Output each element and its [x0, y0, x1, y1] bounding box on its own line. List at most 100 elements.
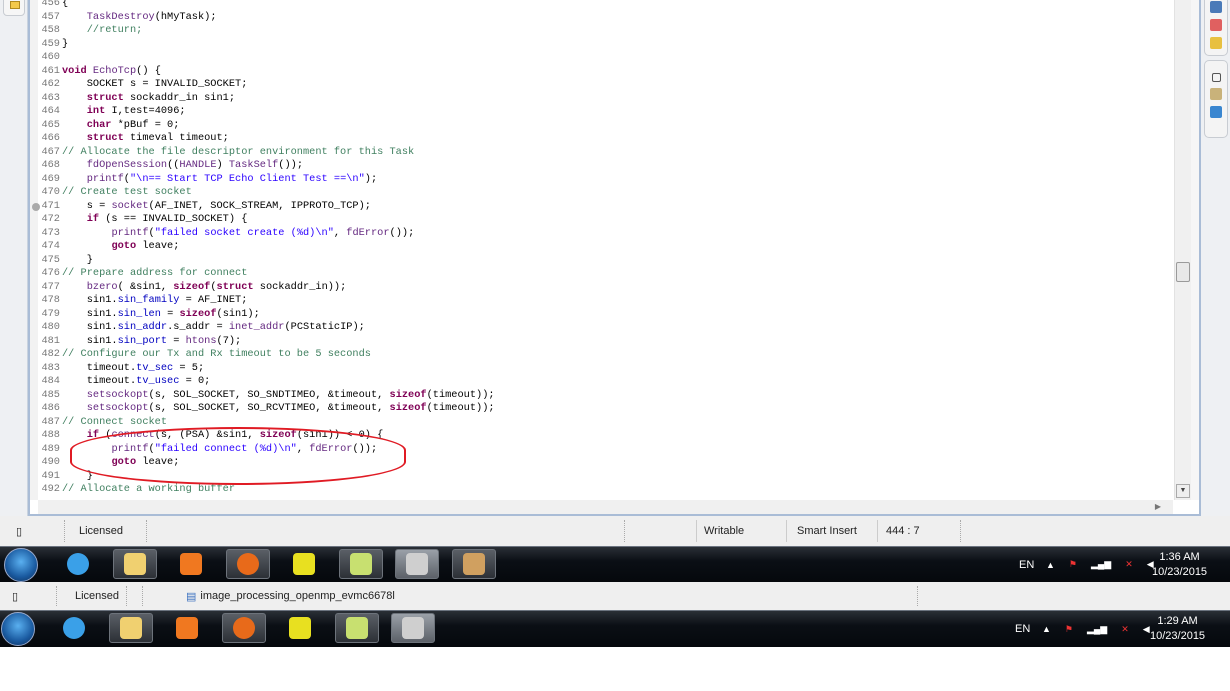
line-number[interactable]: 491 — [38, 470, 62, 484]
debug-icon[interactable] — [1210, 19, 1222, 31]
line-number[interactable]: 492 — [38, 483, 62, 497]
taskbar-internet-explorer-button[interactable] — [52, 613, 96, 643]
code-line[interactable]: 475 } — [38, 254, 1173, 268]
taskbar-firefox-button[interactable] — [225, 549, 270, 579]
line-number[interactable]: 471 — [38, 200, 62, 214]
volume-icon[interactable]: ◀ — [1143, 624, 1150, 635]
vertical-scrollbar[interactable]: ▼ — [1174, 0, 1191, 500]
scroll-down-button[interactable]: ▼ — [1176, 484, 1190, 498]
taskbar-paint-button[interactable] — [451, 549, 496, 579]
code-line[interactable]: 468 fdOpenSession((HANDLE) TaskSelf()); — [38, 159, 1173, 173]
line-number[interactable]: 483 — [38, 362, 62, 376]
outline-icon[interactable] — [1210, 106, 1222, 118]
code-line[interactable]: 483 timeout.tv_sec = 5; — [38, 362, 1173, 376]
code-line[interactable]: 470// Create test socket — [38, 186, 1173, 200]
code-line[interactable]: 482// Configure our Tx and Rx timeout to… — [38, 348, 1173, 362]
line-number[interactable]: 461 — [38, 65, 62, 79]
line-number[interactable]: 475 — [38, 254, 62, 268]
line-number[interactable]: 462 — [38, 78, 62, 92]
code-line[interactable]: 478 sin1.sin_family = AF_INET; — [38, 294, 1173, 308]
show-hidden-icons-icon[interactable]: ▲ — [1042, 624, 1051, 634]
line-number[interactable]: 460 — [38, 51, 62, 65]
line-number[interactable]: 467 — [38, 146, 62, 160]
code-line[interactable]: 484 timeout.tv_usec = 0; — [38, 375, 1173, 389]
clock[interactable]: 1:29 AM 10/23/2015 — [1150, 614, 1205, 644]
signal-icon[interactable]: ▂▄▆ — [1091, 559, 1111, 570]
code-line[interactable]: 485 setsockopt(s, SOL_SOCKET, SO_SNDTIME… — [38, 389, 1173, 403]
code-line[interactable]: 486 setsockopt(s, SOL_SOCKET, SO_RCVTIME… — [38, 402, 1173, 416]
taskbar-media-player-button[interactable] — [165, 613, 209, 643]
signal-icon[interactable]: ▂▄▆ — [1087, 624, 1107, 635]
line-number[interactable]: 482 — [38, 348, 62, 362]
restore-view-button[interactable] — [3, 0, 25, 16]
code-line[interactable]: 456{ — [38, 0, 1173, 11]
code-line[interactable]: 479 sin1.sin_len = sizeof(sin1); — [38, 308, 1173, 322]
line-number[interactable]: 476 — [38, 267, 62, 281]
code-line[interactable]: 462 SOCKET s = INVALID_SOCKET; — [38, 78, 1173, 92]
taskbar-file-explorer-button[interactable] — [108, 613, 153, 643]
line-number[interactable]: 468 — [38, 159, 62, 173]
line-number[interactable]: 479 — [38, 308, 62, 322]
line-number[interactable]: 464 — [38, 105, 62, 119]
line-number[interactable]: 474 — [38, 240, 62, 254]
action-center-flag-icon[interactable]: ⚑ — [1069, 559, 1077, 570]
overview-ruler[interactable] — [1191, 0, 1199, 500]
show-hidden-icons-icon[interactable]: ▲ — [1046, 560, 1055, 570]
language-indicator[interactable]: EN — [1019, 547, 1034, 582]
line-number[interactable]: 481 — [38, 335, 62, 349]
clock[interactable]: 1:36 AM 10/23/2015 — [1152, 550, 1207, 580]
power-icon[interactable]: ✕ — [1121, 624, 1129, 635]
code-line[interactable]: 473 printf("failed socket create (%d)\n"… — [38, 227, 1173, 241]
code-line[interactable]: 458 //return; — [38, 24, 1173, 38]
project-status[interactable]: ▤ image_processing_openmp_evmc6678l — [180, 582, 395, 610]
taskbar-media-player-button[interactable] — [169, 549, 213, 579]
taskbar-cube-app-button[interactable] — [395, 549, 439, 579]
line-number[interactable]: 490 — [38, 456, 62, 470]
code-line[interactable]: 457 TaskDestroy(hMyTask); — [38, 11, 1173, 25]
code-line[interactable]: 466 struct timeval timeout; — [38, 132, 1173, 146]
start-button[interactable] — [1, 612, 35, 646]
code-line[interactable]: 460 — [38, 51, 1173, 65]
open-folder-icon[interactable] — [1210, 37, 1222, 49]
code-line[interactable]: 476// Prepare address for connect — [38, 267, 1173, 281]
line-number[interactable]: 465 — [38, 119, 62, 133]
scroll-right-icon[interactable]: ▶ — [1155, 502, 1161, 511]
restore-icon[interactable] — [1211, 73, 1221, 82]
line-number[interactable]: 487 — [38, 416, 62, 430]
code-line[interactable]: 464 int I,test=4096; — [38, 105, 1173, 119]
help-icon[interactable] — [1210, 88, 1222, 100]
line-number[interactable]: 484 — [38, 375, 62, 389]
start-button[interactable] — [4, 548, 38, 582]
line-number[interactable]: 459 — [38, 38, 62, 52]
code-line[interactable]: 481 sin1.sin_port = htons(7); — [38, 335, 1173, 349]
code-line[interactable]: 471 s = socket(AF_INET, SOCK_STREAM, IPP… — [32, 200, 1173, 214]
line-number[interactable]: 469 — [38, 173, 62, 187]
taskbar-ccs-tool-button[interactable] — [278, 613, 322, 643]
line-number[interactable]: 470 — [38, 186, 62, 200]
code-line[interactable]: 477 bzero( &sin1, sizeof(struct sockaddr… — [38, 281, 1173, 295]
line-number[interactable]: 486 — [38, 402, 62, 416]
code-line[interactable]: 480 sin1.sin_addr.s_addr = inet_addr(PCS… — [38, 321, 1173, 335]
line-number[interactable]: 456 — [38, 0, 62, 11]
taskbar-file-explorer-button[interactable] — [112, 549, 157, 579]
line-number[interactable]: 477 — [38, 281, 62, 295]
code-line[interactable]: 463 struct sockaddr_in sin1; — [38, 92, 1173, 106]
code-lines[interactable]: 456{457 TaskDestroy(hMyTask); 458 //retur… — [32, 0, 1173, 497]
language-indicator[interactable]: EN — [1015, 611, 1030, 647]
power-icon[interactable]: ✕ — [1125, 559, 1133, 570]
taskbar-sticky-notes-button[interactable] — [338, 549, 383, 579]
taskbar-firefox-button[interactable] — [221, 613, 266, 643]
taskbar-cube-app-button[interactable] — [391, 613, 435, 643]
code-line[interactable]: 467// Allocate the file descriptor envir… — [38, 146, 1173, 160]
line-number[interactable]: 458 — [38, 24, 62, 38]
line-number[interactable]: 473 — [38, 227, 62, 241]
taskbar-ccs-tool-button[interactable] — [282, 549, 326, 579]
line-number[interactable]: 480 — [38, 321, 62, 335]
line-number[interactable]: 466 — [38, 132, 62, 146]
code-line[interactable]: 472 if (s == INVALID_SOCKET) { — [38, 213, 1173, 227]
taskbar-internet-explorer-button[interactable] — [56, 549, 100, 579]
code-line[interactable]: 492// Allocate a working buffer — [38, 483, 1173, 497]
line-number[interactable]: 472 — [38, 213, 62, 227]
code-line[interactable]: 474 goto leave; — [38, 240, 1173, 254]
line-number[interactable]: 457 — [38, 11, 62, 25]
